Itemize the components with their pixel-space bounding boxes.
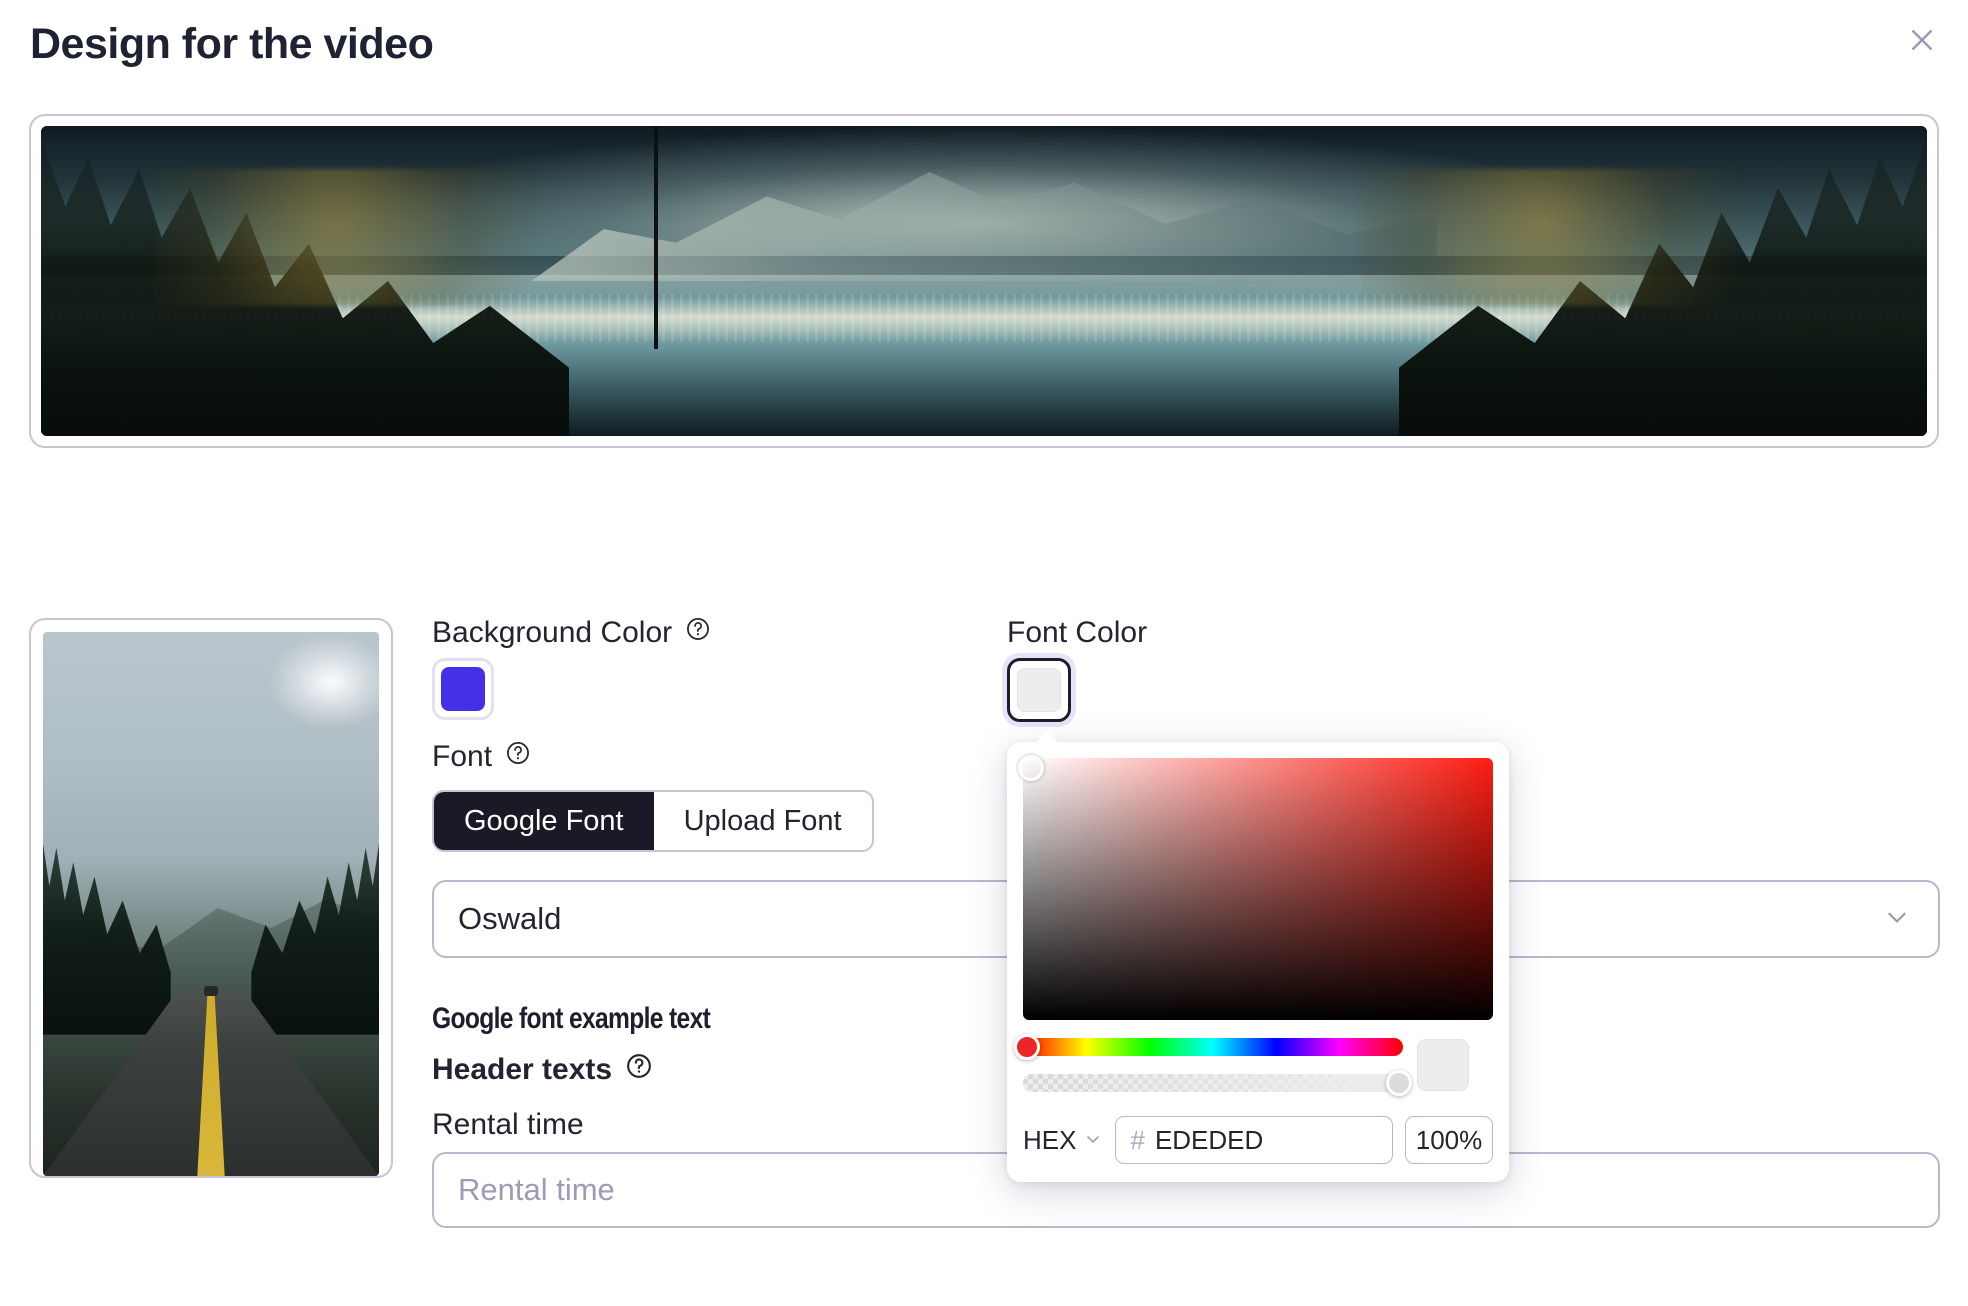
modal-header: Design for the video [0,0,1968,100]
chevron-down-icon [1882,902,1912,937]
font-color-swatch[interactable] [1007,658,1071,722]
tab-google-font[interactable]: Google Font [434,792,654,850]
color-mode-label: HEX [1023,1124,1077,1155]
font-color-label: Font Color [1007,616,1147,650]
close-button[interactable] [1898,16,1946,64]
banner-image [41,126,1927,436]
font-source-toggle: Google Font Upload Font [432,790,874,852]
chevron-down-icon [1083,1125,1103,1156]
color-preview-chip [1417,1039,1469,1091]
background-color-label-text: Background Color [432,616,673,649]
question-circle-icon[interactable] [685,616,711,650]
banner-foliage-right [1361,169,1814,306]
rental-time-label: Rental time [432,1108,584,1141]
font-color-chip [1017,668,1061,712]
question-circle-icon[interactable] [625,1052,653,1088]
opacity-input[interactable]: 100% [1405,1116,1493,1164]
question-circle-icon[interactable] [505,740,531,774]
hex-input[interactable] [1154,1124,1378,1156]
color-picker-sliders-row [1014,1034,1493,1096]
preview-car [204,986,218,997]
font-example-text: Google font example text [432,1002,711,1035]
background-color-swatch[interactable] [432,658,494,720]
color-mode-dropdown[interactable]: HEX [1023,1125,1103,1156]
background-color-label: Background Color [432,616,711,650]
hash-symbol: # [1130,1124,1145,1155]
alpha-slider[interactable] [1023,1070,1412,1096]
font-family-value: Oswald [458,901,562,936]
banner-image-card[interactable] [29,114,1939,448]
font-color-label-text: Font Color [1007,616,1148,649]
tab-upload-font[interactable]: Upload Font [654,792,872,850]
banner-tree-trunk [653,126,658,350]
color-picker-pointer [1035,731,1059,743]
header-texts-label-text: Header texts [432,1053,613,1086]
hex-input-wrapper[interactable]: # [1115,1116,1393,1164]
font-label-text: Font [432,740,493,773]
hue-slider-thumb[interactable] [1014,1034,1040,1060]
background-color-chip [441,667,485,711]
banner-foliage-left [154,169,607,306]
preview-forest-left [43,828,171,1035]
preview-thumbnail-card[interactable] [29,618,393,1178]
hue-slider[interactable] [1014,1034,1403,1060]
font-label: Font [432,740,531,774]
close-icon [1907,25,1937,55]
saturation-value-area[interactable] [1018,755,1493,1020]
color-picker-footer: HEX # 100% [1023,1116,1493,1164]
header-texts-label: Header texts [432,1052,653,1088]
saturation-value-cursor[interactable] [1018,755,1044,781]
alpha-slider-thumb[interactable] [1386,1070,1412,1096]
color-picker-sliders [1014,1034,1412,1096]
page-title: Design for the video [30,20,434,68]
preview-image [43,632,379,1176]
color-picker-popover: HEX # 100% [1007,731,1509,1182]
preview-sun [271,637,379,728]
